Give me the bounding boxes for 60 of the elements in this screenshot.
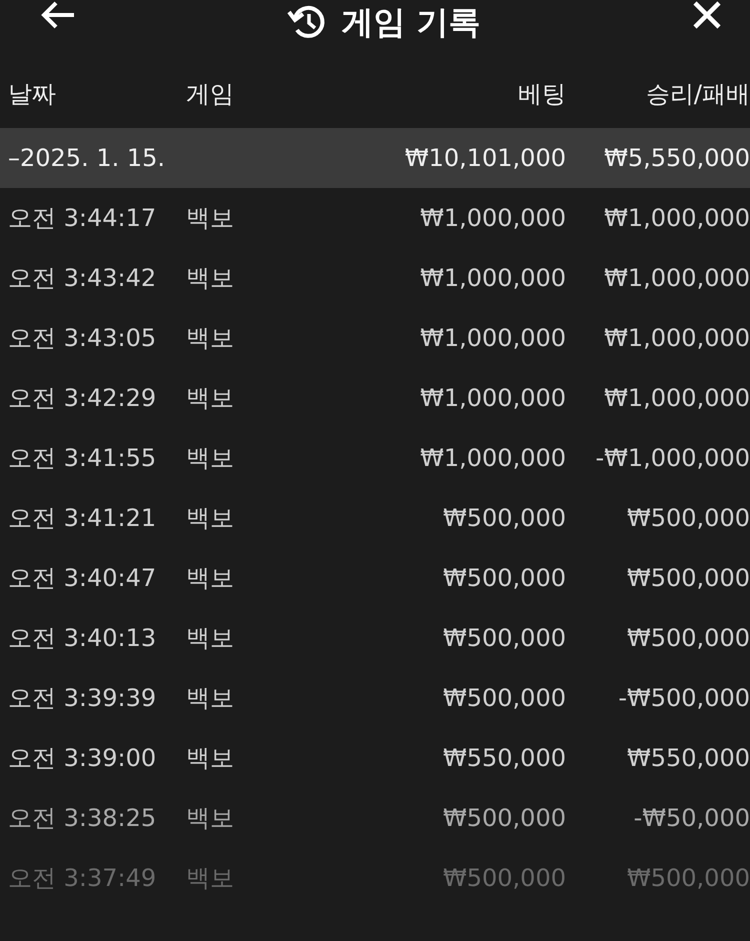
table-cell-text: 백보 xyxy=(186,263,235,294)
table-cell-text: ₩10,101,000 xyxy=(404,144,566,172)
table-cell-text: ₩500,000 xyxy=(626,564,750,592)
history-icon xyxy=(287,4,328,40)
table-cell-text: –2025. 1. 15. xyxy=(8,144,166,172)
table-cell-text: 백보 xyxy=(186,803,235,834)
close-icon[interactable] xyxy=(692,0,722,30)
table-cell-text: 오전 3:42:29 xyxy=(8,383,158,414)
table-cell-text: ₩550,000 xyxy=(626,744,750,772)
table-cell-text: 백보 xyxy=(186,323,235,354)
table-cell-text: ₩1,000,000 xyxy=(419,324,566,352)
table-cell-text: -₩500,000 xyxy=(617,684,750,712)
table-cell-text: ₩1,000,000 xyxy=(419,204,566,232)
table-cell-text: ₩1,000,000 xyxy=(603,384,750,412)
table-cell-text: ₩5,550,000 xyxy=(603,144,750,172)
table-cell-text: 백보 xyxy=(186,683,235,714)
screen-title: 게임 기록 xyxy=(341,2,481,42)
table-cell-text: 오전 3:40:47 xyxy=(8,563,158,594)
back-arrow-icon[interactable] xyxy=(40,0,76,30)
table-cell-text: 오전 3:37:49 xyxy=(8,863,158,894)
table-cell-text: -₩1,000,000 xyxy=(594,444,750,472)
table-cell-text: 오전 3:39:39 xyxy=(8,683,158,714)
table-cell-text: ₩1,000,000 xyxy=(419,444,566,472)
table-cell-text: ₩500,000 xyxy=(442,864,566,892)
table-cell-text: 백보 xyxy=(186,443,235,474)
table-cell-text: ₩1,000,000 xyxy=(603,204,750,232)
table-cell-text: ₩500,000 xyxy=(442,504,566,532)
column-header: 게임 xyxy=(186,79,235,110)
table-cell-text: 백보 xyxy=(186,563,235,594)
table-cell-text: 백보 xyxy=(186,383,235,414)
date-summary-row[interactable]: –2025. 1. 15. ₩10,101,000 ₩5,550,000 xyxy=(0,128,750,188)
table-cell-text: ₩1,000,000 xyxy=(419,384,566,412)
table-cell-text: 백보 xyxy=(186,863,235,894)
table-cell-text: ₩500,000 xyxy=(442,684,566,712)
table-cell-text: ₩1,000,000 xyxy=(419,264,566,292)
table-cell-text: 오전 3:40:13 xyxy=(8,623,158,654)
table-cell-text: 오전 3:43:42 xyxy=(8,263,158,294)
table-cell-text: 백보 xyxy=(186,743,235,774)
table-cell-text: ₩500,000 xyxy=(626,624,750,652)
table-cell-text: -₩50,000 xyxy=(632,804,750,832)
table-cell-text: 오전 3:38:25 xyxy=(8,803,158,834)
table-cell-text: ₩500,000 xyxy=(442,564,566,592)
column-header: 승리/패배 xyxy=(644,79,750,110)
table-cell-text: ₩500,000 xyxy=(442,804,566,832)
column-header: 날짜 xyxy=(8,79,57,110)
table-cell-text: ₩1,000,000 xyxy=(603,264,750,292)
table-cell-text: 백보 xyxy=(186,503,235,534)
table-cell-text: 백보 xyxy=(186,623,235,654)
table-cell-text: 오전 3:41:55 xyxy=(8,443,158,474)
table-cell-text: 오전 3:41:21 xyxy=(8,503,158,534)
table-cell-text: ₩1,000,000 xyxy=(603,324,750,352)
table-cell-text: 오전 3:39:00 xyxy=(8,743,158,774)
table-cell-text: 백보 xyxy=(186,203,235,234)
table-cell-text: 오전 3:44:17 xyxy=(8,203,158,234)
table-cell-text: 오전 3:43:05 xyxy=(8,323,158,354)
column-header: 베팅 xyxy=(517,79,566,110)
table-cell-text: ₩550,000 xyxy=(442,744,566,772)
table-cell-text: ₩500,000 xyxy=(626,504,750,532)
table-cell-text: ₩500,000 xyxy=(442,624,566,652)
table-cell-text: ₩500,000 xyxy=(626,864,750,892)
